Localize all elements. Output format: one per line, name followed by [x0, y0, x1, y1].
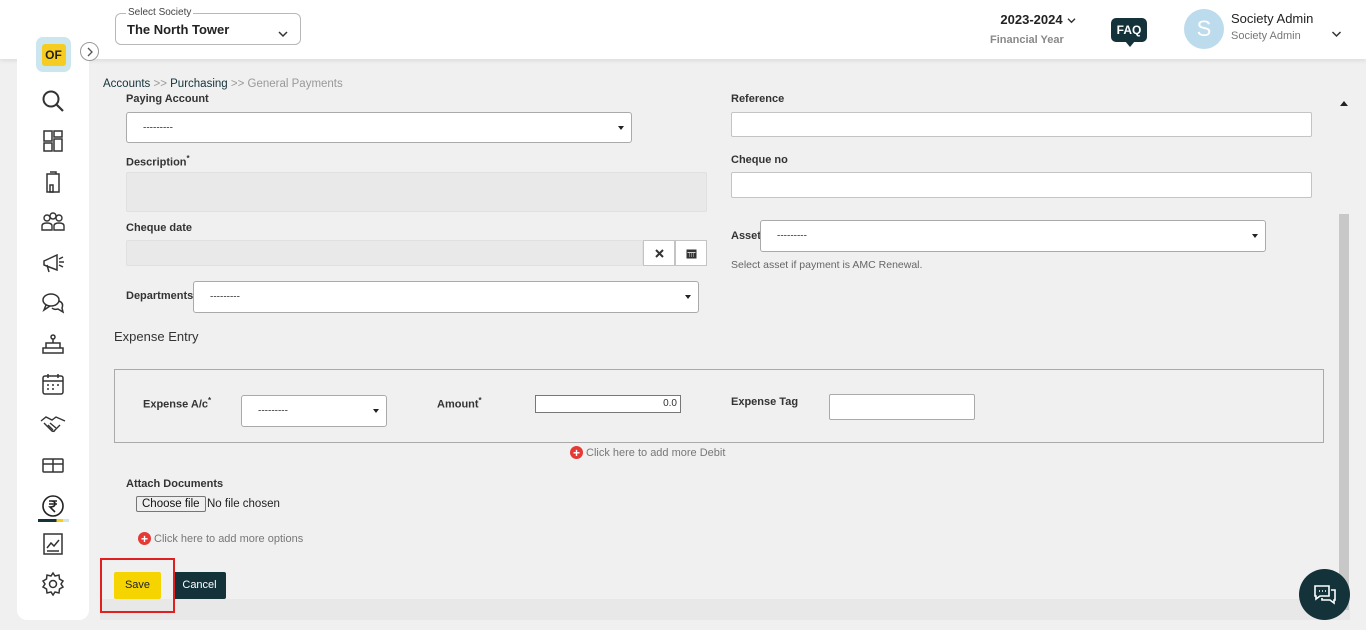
caret-down-icon	[1252, 234, 1258, 238]
calendar-picker-button[interactable]	[675, 240, 707, 266]
description-textarea[interactable]	[126, 172, 707, 212]
society-select-value: The North Tower	[127, 22, 230, 37]
asset-label: Asset	[731, 230, 761, 242]
breadcrumb-separator: >>	[150, 78, 171, 90]
clear-date-button[interactable]	[643, 240, 675, 266]
file-status: No file chosen	[207, 498, 280, 510]
society-select-caption: Select Society	[126, 7, 194, 18]
add-more-options-link[interactable]: + Click here to add more options	[138, 532, 303, 545]
scrollbar-thumb[interactable]	[1339, 214, 1349, 610]
expense-tag-label: Expense Tag	[731, 396, 799, 408]
reference-label: Reference	[731, 93, 785, 105]
handshake-icon[interactable]	[40, 411, 66, 437]
avatar[interactable]: S	[1184, 9, 1224, 49]
top-header: Select Society The North Tower 2023-2024…	[0, 0, 1366, 59]
paying-account-label: Paying Account	[126, 93, 209, 105]
society-select[interactable]: Select Society The North Tower	[115, 7, 301, 45]
highlight-box	[100, 558, 175, 613]
announcement-icon[interactable]	[40, 250, 66, 276]
attach-documents-label: Attach Documents	[126, 478, 224, 490]
departments-select[interactable]: ---------	[193, 281, 699, 313]
chat-support-button[interactable]	[1299, 569, 1350, 620]
user-name[interactable]: Society Admin	[1231, 11, 1313, 26]
choose-file-button[interactable]: Choose file	[136, 496, 206, 512]
chevron-down-icon[interactable]	[1331, 25, 1342, 43]
scroll-up-arrow-icon[interactable]	[1340, 101, 1348, 106]
cheque-no-label: Cheque no	[731, 154, 788, 166]
add-more-options-text: Click here to add more options	[154, 532, 304, 545]
reference-input[interactable]	[731, 112, 1312, 137]
app-logo[interactable]: OF	[36, 37, 71, 72]
departments-label: Departments	[126, 290, 194, 302]
breadcrumb-accounts[interactable]: Accounts	[103, 78, 150, 90]
breadcrumb: Accounts >> Purchasing >> General Paymen…	[103, 78, 343, 90]
asset-hint: Select asset if payment is AMC Renewal.	[731, 259, 923, 271]
breadcrumb-separator: >>	[227, 78, 248, 90]
expense-ac-label-text: Expense A/c	[143, 398, 209, 411]
financial-year-value: 2023-2024	[1000, 12, 1063, 27]
close-icon	[654, 248, 664, 258]
calendar-icon[interactable]	[40, 371, 66, 397]
breadcrumb-current: General Payments	[247, 78, 343, 90]
required-mark: *	[478, 396, 482, 405]
expense-ac-select[interactable]: ---------	[241, 395, 387, 427]
reports-icon[interactable]	[40, 531, 66, 557]
expense-tag-input[interactable]	[829, 394, 975, 420]
amount-label-text: Amount	[437, 398, 479, 411]
required-mark: *	[208, 396, 212, 405]
logo-mark: OF	[41, 43, 66, 66]
calendar-icon	[686, 249, 696, 258]
caret-down-icon	[618, 125, 624, 130]
cheque-date-label: Cheque date	[126, 222, 193, 234]
active-indicator	[38, 519, 69, 522]
financial-year-label: Financial Year	[990, 34, 1064, 46]
paying-account-value: ---------	[143, 122, 173, 133]
cancel-button[interactable]: Cancel	[173, 572, 226, 599]
building-icon[interactable]	[40, 169, 66, 195]
messages-icon[interactable]	[40, 290, 66, 316]
faq-button[interactable]: FAQ	[1111, 18, 1147, 47]
financial-year-selector[interactable]: 2023-2024 Financial Year	[990, 12, 1086, 46]
caret-down-icon	[685, 295, 691, 299]
dashboard-icon[interactable]	[40, 128, 66, 154]
content-footer	[100, 599, 1350, 620]
paying-account-select[interactable]: ---------	[126, 112, 632, 143]
amount-input[interactable]: 0.0	[535, 395, 681, 413]
expense-ac-label: Expense A/c*	[143, 396, 211, 411]
chevron-down-icon	[1063, 12, 1076, 27]
add-circle-icon: +	[570, 446, 583, 459]
sidebar-toggle-button[interactable]	[80, 42, 99, 61]
chevron-down-icon	[278, 25, 288, 43]
amenity-icon[interactable]	[40, 331, 66, 357]
expense-ac-value: ---------	[258, 405, 288, 417]
amount-label: Amount*	[437, 396, 482, 411]
add-more-debit-link[interactable]: + Click here to add more Debit	[570, 446, 725, 459]
add-more-debit-text: Click here to add more Debit	[586, 446, 726, 459]
description-label: Description*	[126, 154, 190, 169]
members-icon[interactable]	[40, 209, 66, 235]
user-role: Society Admin	[1231, 30, 1301, 42]
expense-entry-title: Expense Entry	[114, 329, 199, 344]
cheque-no-input[interactable]	[731, 172, 1312, 198]
cheque-date-input[interactable]	[126, 240, 643, 266]
asset-value: ---------	[777, 230, 807, 242]
chat-icon	[1313, 584, 1336, 605]
required-mark: *	[186, 154, 190, 163]
breadcrumb-purchasing[interactable]: Purchasing	[170, 78, 228, 90]
add-circle-icon: +	[138, 532, 151, 545]
caret-down-icon	[373, 409, 379, 413]
sidebar: OF	[17, 16, 89, 620]
description-label-text: Description	[126, 156, 187, 169]
assets-icon[interactable]	[40, 452, 66, 478]
accounts-icon[interactable]	[40, 493, 66, 519]
departments-value: ---------	[210, 291, 240, 303]
settings-icon[interactable]	[40, 571, 66, 597]
asset-select[interactable]: ---------	[760, 220, 1266, 252]
search-icon[interactable]	[40, 88, 66, 114]
